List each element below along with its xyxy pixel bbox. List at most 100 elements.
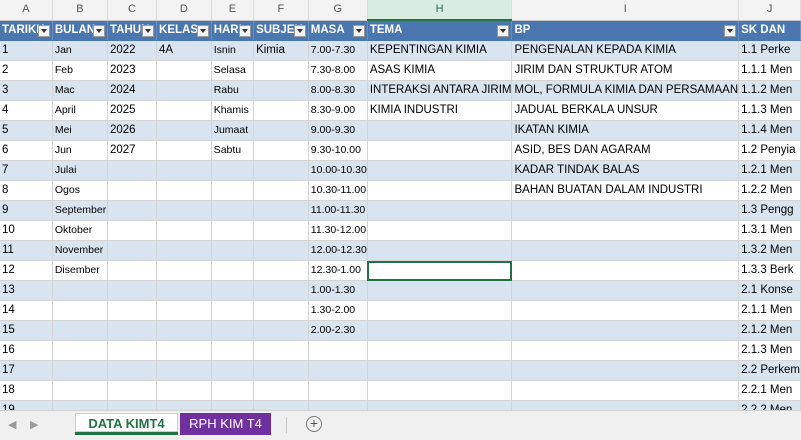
cell[interactable]: 12.00-12.30	[308, 240, 368, 261]
column-header-d[interactable]: D	[156, 0, 212, 21]
cell[interactable]: Feb	[52, 60, 109, 81]
cell[interactable]: BAHAN BUATAN DALAM INDUSTRI	[511, 180, 740, 201]
header-cell[interactable]: BP	[511, 20, 740, 41]
cell[interactable]	[52, 360, 109, 381]
cell[interactable]	[156, 360, 212, 381]
cell[interactable]	[253, 300, 309, 321]
cell[interactable]	[52, 300, 109, 321]
cell[interactable]	[511, 340, 740, 361]
cell[interactable]	[253, 200, 309, 221]
cell[interactable]: KIMIA INDUSTRI	[367, 100, 513, 121]
cell[interactable]	[211, 260, 255, 281]
cell[interactable]	[511, 300, 740, 321]
cell[interactable]: 9.00-9.30	[308, 120, 368, 141]
cell[interactable]: Rabu	[211, 80, 255, 101]
cell[interactable]	[156, 60, 212, 81]
cell[interactable]: Julai	[52, 160, 109, 181]
spreadsheet-grid[interactable]: A B C D E F G H I J TARIKH BULAN TAHUN KELAS HARI SUBJE…	[0, 0, 801, 410]
cell[interactable]: Oktober	[52, 220, 109, 241]
cell[interactable]	[52, 400, 109, 410]
tab-rph-kim-t4[interactable]: RPH KIM T4	[180, 413, 271, 435]
cell[interactable]: 2.1 Konse	[738, 280, 801, 301]
cell[interactable]	[156, 340, 212, 361]
cell[interactable]	[211, 300, 255, 321]
filter-dropdown-icon[interactable]	[293, 24, 306, 37]
cell[interactable]: November	[52, 240, 109, 261]
cell[interactable]: Jun	[52, 140, 109, 161]
cell[interactable]	[253, 360, 309, 381]
cell[interactable]	[511, 360, 740, 381]
cell[interactable]	[367, 120, 513, 141]
cell[interactable]: Sabtu	[211, 140, 255, 161]
cell[interactable]	[511, 280, 740, 301]
cell[interactable]: Kimia	[253, 40, 309, 61]
cell[interactable]: Khamis	[211, 100, 255, 121]
cell[interactable]	[52, 320, 109, 341]
chevron-left-icon[interactable]: ◀	[8, 418, 16, 431]
cell[interactable]	[253, 380, 309, 401]
cell[interactable]	[156, 80, 212, 101]
cell[interactable]	[367, 220, 513, 241]
cell[interactable]	[107, 320, 158, 341]
cell[interactable]	[511, 320, 740, 341]
cell[interactable]: 1.1 Perke	[738, 40, 801, 61]
cell[interactable]	[107, 180, 158, 201]
cell[interactable]	[367, 360, 513, 381]
cell[interactable]: 1.1.4 Men	[738, 120, 801, 141]
cell[interactable]	[211, 240, 255, 261]
cell[interactable]: 1.2 Penyia	[738, 140, 801, 161]
header-cell[interactable]: BULAN	[52, 20, 109, 41]
tab-data-kimt4[interactable]: DATA KIMT4	[75, 413, 178, 435]
add-sheet-icon[interactable]: +	[306, 416, 322, 432]
cell[interactable]: PENGENALAN KEPADA KIMIA	[511, 40, 740, 61]
cell[interactable]	[253, 60, 309, 81]
cell[interactable]: 10.00-10.30	[308, 160, 368, 181]
cell[interactable]: 11	[0, 240, 53, 261]
cell[interactable]	[107, 400, 158, 410]
cell[interactable]: 2022	[107, 40, 158, 61]
filter-dropdown-icon[interactable]	[497, 25, 510, 37]
cell[interactable]	[253, 260, 309, 281]
cell[interactable]	[156, 240, 212, 261]
cell[interactable]	[107, 220, 158, 241]
cell[interactable]	[211, 200, 255, 221]
cell[interactable]: 2	[0, 60, 53, 81]
filter-dropdown-icon[interactable]	[239, 24, 252, 37]
cell[interactable]: INTERAKSI ANTARA JIRIM	[367, 80, 513, 101]
column-header-a[interactable]: A	[0, 0, 53, 21]
cell[interactable]	[253, 240, 309, 261]
cell[interactable]: 1.30-2.00	[308, 300, 368, 321]
cell[interactable]	[107, 260, 158, 281]
cell[interactable]	[156, 400, 212, 410]
cell[interactable]: MOL, FORMULA KIMIA DAN PERSAMAAN	[511, 80, 740, 101]
cell[interactable]: April	[52, 100, 109, 121]
cell[interactable]: 4A	[156, 40, 212, 61]
column-header-g[interactable]: G	[308, 0, 368, 21]
filter-dropdown-icon[interactable]	[352, 24, 365, 37]
filter-dropdown-icon[interactable]	[93, 24, 105, 37]
cell[interactable]: 2.2.1 Men	[738, 380, 801, 401]
cell[interactable]: Mac	[52, 80, 109, 101]
cell[interactable]: 2.1.2 Men	[738, 320, 801, 341]
chevron-right-icon[interactable]: ▶	[30, 418, 38, 431]
column-header-j[interactable]: J	[738, 0, 801, 21]
cell[interactable]	[156, 280, 212, 301]
header-cell[interactable]: MASA	[308, 20, 368, 41]
cell[interactable]	[367, 380, 513, 401]
cell[interactable]	[156, 380, 212, 401]
cell[interactable]	[253, 160, 309, 181]
cell[interactable]: 2026	[107, 120, 158, 141]
cell[interactable]	[367, 240, 513, 261]
cell[interactable]	[511, 240, 740, 261]
cell[interactable]	[211, 360, 255, 381]
cell[interactable]	[211, 340, 255, 361]
cell[interactable]: Isnin	[211, 40, 255, 61]
cell[interactable]: 7	[0, 160, 53, 181]
cell[interactable]: 9	[0, 200, 53, 221]
cell[interactable]	[511, 380, 740, 401]
cell[interactable]: 1.00-1.30	[308, 280, 368, 301]
cell[interactable]	[367, 180, 513, 201]
cell[interactable]	[253, 400, 309, 410]
cell[interactable]: 8.30-9.00	[308, 100, 368, 121]
cell[interactable]	[211, 160, 255, 181]
